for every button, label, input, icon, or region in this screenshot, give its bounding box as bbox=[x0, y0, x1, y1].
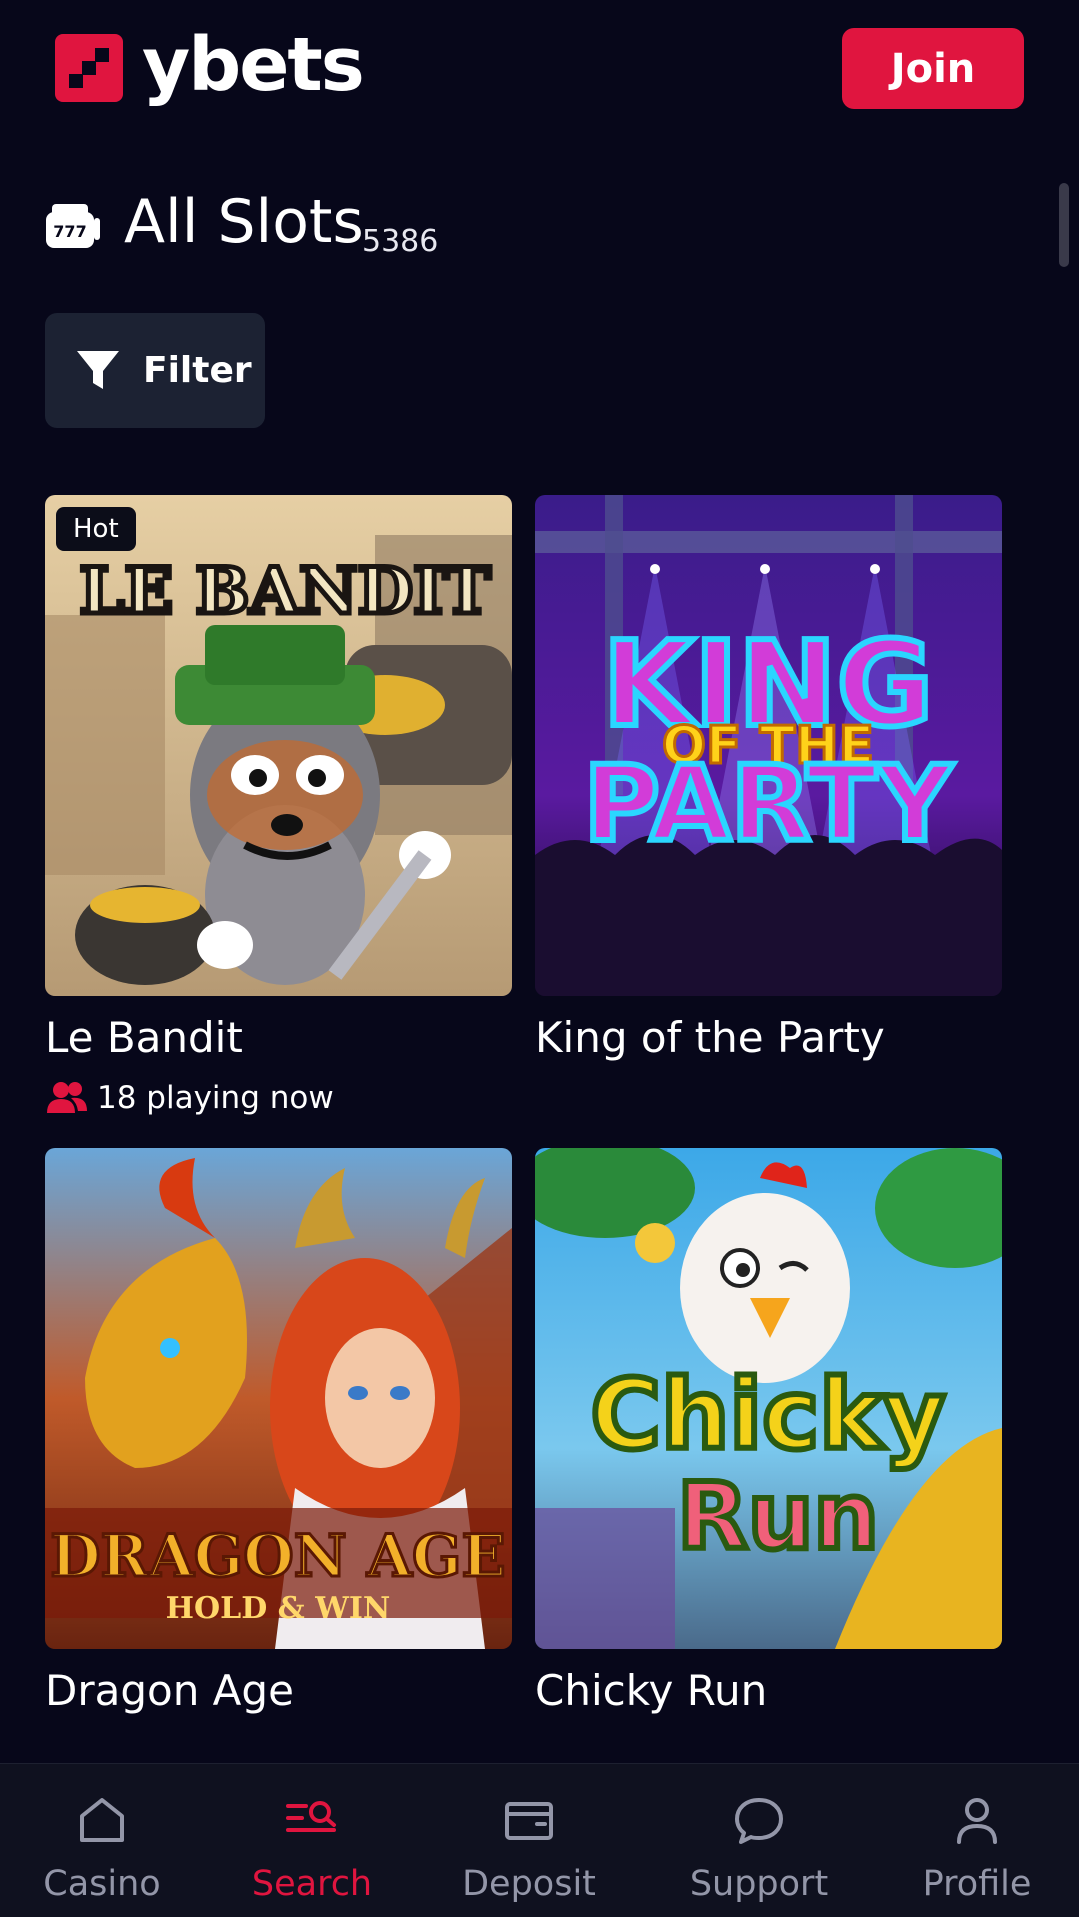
game-title[interactable]: King of the Party bbox=[535, 1010, 885, 1066]
nav-support[interactable]: Support bbox=[659, 1764, 859, 1917]
nav-label: Support bbox=[689, 1864, 829, 1904]
nav-label: Casino bbox=[43, 1864, 161, 1904]
top-header: ybets Join bbox=[0, 0, 1079, 140]
game-thumbnail[interactable]: DRAGON AGE HOLD & WIN bbox=[45, 1148, 512, 1649]
svg-text:777: 777 bbox=[53, 222, 86, 241]
user-icon bbox=[957, 1798, 997, 1844]
app-screen: ybets Join 777 All Slots 5386 Filter LE … bbox=[0, 0, 1079, 1917]
game-title[interactable]: Chicky Run bbox=[535, 1663, 767, 1719]
players-label: 18 playing now bbox=[97, 1080, 334, 1116]
funnel-icon bbox=[77, 351, 119, 389]
nav-label: Profile bbox=[922, 1864, 1032, 1904]
wallet-icon bbox=[505, 1802, 553, 1840]
game-thumbnail[interactable]: LE BANDIT bbox=[45, 495, 512, 996]
game-art-title: Chicky bbox=[590, 1359, 945, 1471]
game-thumbnail[interactable]: Chicky Run bbox=[535, 1148, 1002, 1649]
nav-deposit[interactable]: Deposit bbox=[429, 1764, 629, 1917]
game-title[interactable]: Le Bandit bbox=[45, 1010, 243, 1066]
game-art-title-2: PARTY bbox=[584, 743, 955, 865]
bottom-navigation: Casino Search Deposit Support Profile bbox=[0, 1763, 1079, 1917]
game-thumbnail[interactable]: KING OF THE PARTY bbox=[535, 495, 1002, 996]
nav-search[interactable]: Search bbox=[212, 1764, 412, 1917]
house-icon bbox=[80, 1798, 124, 1842]
nav-label: Deposit bbox=[462, 1864, 596, 1904]
page-title: All Slots bbox=[124, 187, 364, 257]
nav-label: Search bbox=[251, 1864, 373, 1904]
scrollbar-thumb[interactable] bbox=[1059, 183, 1069, 267]
filter-button[interactable]: Filter bbox=[45, 313, 265, 428]
game-art-title: DRAGON AGE bbox=[50, 1522, 506, 1590]
game-art-title: LE BANDIT bbox=[79, 554, 490, 629]
chat-bubble-icon bbox=[735, 1798, 783, 1844]
slot-machine-icon: 777 bbox=[46, 204, 100, 248]
nav-profile[interactable]: Profile bbox=[877, 1764, 1077, 1917]
game-title[interactable]: Dragon Age bbox=[45, 1663, 294, 1719]
join-button[interactable]: Join bbox=[842, 28, 1024, 109]
brand-name[interactable]: ybets bbox=[142, 20, 365, 110]
game-art-subtitle: HOLD & WIN bbox=[166, 1591, 391, 1626]
hot-badge: Hot bbox=[56, 507, 136, 551]
game-art-subtitle: Run bbox=[677, 1463, 879, 1570]
nav-casino[interactable]: Casino bbox=[2, 1764, 202, 1917]
users-icon bbox=[47, 1082, 87, 1113]
search-list-icon bbox=[286, 1801, 336, 1832]
slots-count: 5386 bbox=[362, 224, 439, 259]
filter-label: Filter bbox=[143, 350, 252, 391]
brand-logo-icon[interactable] bbox=[55, 34, 123, 102]
